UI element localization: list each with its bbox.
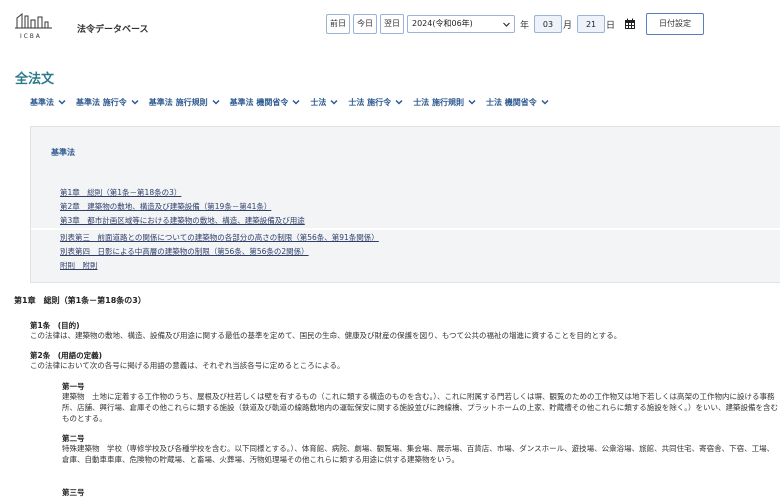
item-1-text: 建築物 土地に定着する工作物のうち、屋根及び柱若しくは壁を有するもの（これに類す… [62, 392, 779, 423]
article-2-text: この法律において次の各号に掲げる用語の意義は、それぞれ当該各号に定めるところによ… [30, 361, 345, 370]
icba-logo[interactable]: I C B A [14, 10, 64, 42]
toc-panel: 基準法 第1章 総則（第1条－第18条の3） 第2章 建築物の敷地、構造及び建築… [30, 126, 780, 283]
law-tab-bar: 基準法 基準法 施行令 基準法 施行規則 基準法 機関省令 士法 士法 施行令 … [30, 91, 780, 113]
toc-item[interactable]: 第2章 建築物の敷地、構造及び建築設備（第19条－第41条） [60, 200, 780, 214]
set-date-button[interactable]: 日付設定 [646, 13, 705, 35]
day-unit: 日 [606, 20, 616, 31]
chevron-down-icon [395, 99, 403, 105]
chevron-down-icon [212, 99, 220, 105]
chevron-down-icon [503, 22, 510, 27]
tab-label: 士法 機関省令 [485, 97, 537, 107]
chevron-down-icon [541, 99, 549, 105]
date-bar: 前日 今日 翌日 2024(令和06年) 年 03 月 21 日 日付設定 [326, 12, 780, 36]
day-input[interactable]: 21 [577, 15, 606, 33]
today-button[interactable]: 今日 [353, 14, 377, 34]
year-unit: 年 [520, 20, 530, 31]
toc-item[interactable]: 第3章 都市計画区域等における建築物の敷地、構造、建築設備及び用途 [60, 214, 780, 226]
article-1-text: この法律は、建築物の敷地、構造、設備及び用途に関する最低の基準を定めて、国民の生… [30, 331, 622, 340]
logo-text: I C B A [20, 33, 41, 40]
tab-kijunho[interactable]: 基準法 [30, 97, 66, 108]
chevron-down-icon [468, 99, 476, 105]
toc-list[interactable]: 第1章 総則（第1条－第18条の3） 第2章 建築物の敷地、構造及び建築設備（第… [60, 186, 780, 226]
toc-item[interactable]: 別表第四 日影による中高層の建築物の制限（第56条、第56条の2関係） [60, 245, 780, 259]
toc-item[interactable]: 第1章 総則（第1条－第18条の3） [60, 186, 780, 200]
tab-label: 基準法 施行令 [76, 97, 127, 107]
tab-shiho-shikokisoku[interactable]: 士法 施行規則 [413, 97, 476, 108]
month-unit: 月 [563, 20, 573, 31]
tab-shiho-shikorei[interactable]: 士法 施行令 [348, 97, 403, 108]
tab-label: 基準法 施行規則 [148, 97, 208, 107]
toc-heading: 基準法 [51, 148, 75, 157]
divider [31, 228, 780, 230]
tab-shiho[interactable]: 士法 [310, 97, 338, 108]
header: I C B A 法令データベース 前日 今日 翌日 2024(令和06年) 年 … [0, 0, 780, 55]
month-input[interactable]: 03 [534, 15, 563, 33]
tab-kijunho-shikokisoku[interactable]: 基準法 施行規則 [149, 97, 220, 108]
tab-kijunho-kikanshorei[interactable]: 基準法 機関省令 [230, 97, 301, 108]
tab-label: 士法 施行令 [348, 97, 392, 107]
calendar-icon[interactable] [624, 18, 636, 30]
prev-day-button[interactable]: 前日 [326, 14, 350, 34]
toc-item[interactable]: 別表第三 前面道路との関係についての建築物の各部分の高さの制限（第56条、第91… [60, 231, 780, 245]
item-2-text: 特殊建築物 学校（専修学校及び各種学校を含む。以下同様とする。）、体育館、病院、… [62, 444, 775, 464]
tab-shiho-kikanshorei[interactable]: 士法 機関省令 [486, 97, 549, 108]
chevron-down-icon [58, 99, 66, 105]
chevron-down-icon [292, 99, 300, 105]
page-title: 全法文 [15, 72, 55, 87]
item-3-title: 第三号 [62, 488, 85, 497]
tab-label: 基準法 機関省令 [229, 97, 289, 107]
chapter-heading: 第1章 総則（第1条－第18条の3） [14, 296, 146, 305]
tab-label: 士法 施行規則 [413, 97, 464, 107]
toc-item[interactable]: 附則 附則 [60, 259, 780, 273]
chevron-down-icon [330, 99, 338, 105]
next-day-button[interactable]: 翌日 [380, 14, 404, 34]
tab-kijunho-shikorei[interactable]: 基準法 施行令 [76, 97, 139, 108]
tab-label: 士法 [310, 97, 327, 107]
toc-list-appendix: 別表第三 前面道路との関係についての建築物の各部分の高さの制限（第56条、第91… [60, 231, 780, 273]
site-title[interactable]: 法令データベース [77, 22, 149, 35]
chevron-down-icon [131, 99, 139, 105]
tab-label: 基準法 [30, 97, 54, 107]
year-select[interactable]: 2024(令和06年) [407, 15, 515, 33]
year-select-value: 2024(令和06年) [412, 19, 473, 28]
